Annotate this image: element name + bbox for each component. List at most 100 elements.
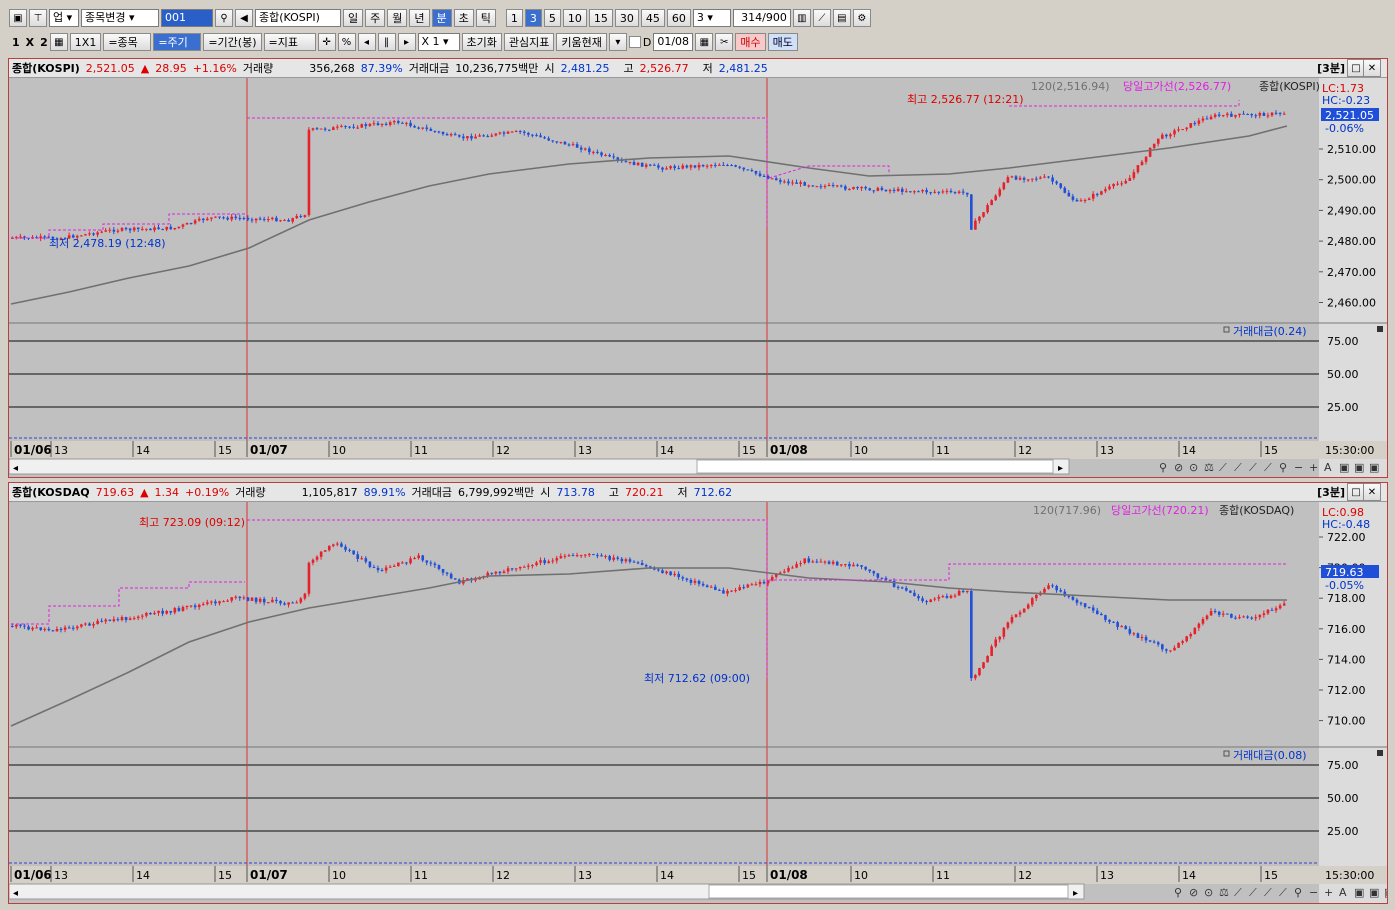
- candle-body: [1156, 138, 1160, 144]
- y-tick-label: 716.00: [1327, 623, 1366, 636]
- candle-body: [165, 226, 169, 230]
- change-stock-select[interactable]: 종목변경 ▾: [81, 9, 159, 27]
- candle-body: [539, 560, 542, 563]
- close-icon[interactable]: ✕: [1363, 483, 1381, 501]
- code-input[interactable]: 001: [161, 9, 213, 27]
- layout-1[interactable]: 1: [12, 36, 20, 49]
- search-icon[interactable]: ⚲: [215, 9, 233, 27]
- calendar-icon[interactable]: ▦: [695, 33, 714, 51]
- interval-select[interactable]: 3 ▾: [692, 9, 731, 27]
- one-by-one-button[interactable]: 1X1: [69, 33, 102, 51]
- reset-button[interactable]: 초기화: [461, 33, 502, 51]
- period-week[interactable]: 주: [365, 9, 386, 27]
- candle-body: [892, 189, 896, 192]
- candle-body: [405, 562, 408, 564]
- date-input[interactable]: 01/08: [653, 33, 694, 51]
- scissors-icon[interactable]: ✂: [715, 33, 734, 51]
- kospi-chart[interactable]: 2,510.00 2,500.00 2,490.00 2,480.00 2,470.00…: [9, 78, 1387, 477]
- close-icon[interactable]: ✕: [1363, 59, 1381, 77]
- symbol-name-field[interactable]: 종합(KOSPI): [255, 9, 341, 27]
- candle-body: [84, 623, 87, 625]
- percent-button[interactable]: %: [337, 33, 356, 51]
- candle-body: [844, 186, 847, 190]
- interval-60[interactable]: 60: [666, 9, 691, 27]
- interval-15[interactable]: 15: [588, 9, 613, 27]
- candle-body: [1205, 615, 1209, 620]
- sub-close-icon[interactable]: [1377, 750, 1383, 756]
- period-tag: [3분]: [1317, 62, 1345, 75]
- candle-body: [490, 572, 494, 574]
- interval-1[interactable]: 1: [505, 9, 523, 27]
- candle-body: [470, 136, 473, 139]
- grid-icon[interactable]: ▦: [49, 33, 68, 51]
- candle-body: [1181, 129, 1184, 131]
- candle-body: [433, 563, 437, 566]
- dropdown-icon[interactable]: ▾: [608, 33, 627, 51]
- open-value: 2,481.25: [560, 61, 610, 75]
- candle-body: [705, 165, 709, 167]
- period-button[interactable]: =주기: [153, 33, 202, 51]
- stock-button[interactable]: =종목: [103, 33, 152, 51]
- candle-body: [823, 185, 827, 187]
- candle-body: [437, 565, 441, 569]
- kiwoom-current-button[interactable]: 키움현재: [556, 33, 607, 51]
- candle-body: [71, 627, 75, 629]
- market-select[interactable]: 업 ▾: [49, 9, 79, 27]
- main-plot-area[interactable]: [9, 78, 1319, 323]
- candle-body: [592, 554, 595, 556]
- interval-45[interactable]: 45: [640, 9, 665, 27]
- period-month[interactable]: 월: [387, 9, 408, 27]
- main-plot-area[interactable]: [9, 502, 1319, 747]
- candle-body: [685, 578, 689, 580]
- candle-body: [896, 586, 900, 588]
- candle-body: [762, 175, 766, 177]
- count-field[interactable]: 314/900: [732, 9, 791, 27]
- sell-button[interactable]: 매도: [767, 33, 798, 51]
- range-button[interactable]: =기간(봉): [203, 33, 262, 51]
- layout-2[interactable]: 2: [40, 36, 48, 49]
- crosshair-icon[interactable]: ✛: [317, 33, 336, 51]
- sub-close-icon[interactable]: [1377, 326, 1383, 332]
- period-second[interactable]: 초: [453, 9, 474, 27]
- candle-body: [1091, 193, 1095, 199]
- interval-30[interactable]: 30: [614, 9, 639, 27]
- candles-icon[interactable]: ▥: [792, 9, 811, 27]
- buy-button[interactable]: 매수: [735, 33, 766, 51]
- save-icon[interactable]: ▤: [832, 9, 851, 27]
- y-tick-label: 2,490.00: [1327, 204, 1376, 217]
- pin-icon[interactable]: ⊤: [29, 9, 47, 27]
- toolbar-row-1: ▣ ⊤ 업 ▾ 종목변경 ▾ 001 ⚲ ◀ 종합(KOSPI) 일 주 월 년…: [9, 9, 871, 27]
- current-price: 2,521.05: [85, 61, 135, 75]
- percent-label: -0.06%: [1325, 122, 1364, 135]
- indicator-button[interactable]: =지표: [263, 33, 316, 51]
- kosdaq-chart[interactable]: 722.00720.00718.00716.00714.00712.00710.…: [9, 502, 1387, 903]
- period-tick[interactable]: 틱: [475, 9, 496, 27]
- y-tick-label: 710.00: [1327, 715, 1366, 728]
- candle-body: [1030, 598, 1034, 605]
- gear-icon[interactable]: ⚙: [852, 9, 871, 27]
- candle-body: [449, 573, 453, 579]
- trend-icon[interactable]: ⟋: [812, 9, 831, 27]
- pause-icon[interactable]: ‖: [377, 33, 396, 51]
- candle-body: [1230, 614, 1233, 618]
- period-year[interactable]: 년: [409, 9, 430, 27]
- candle-body: [226, 600, 229, 602]
- speaker-icon[interactable]: ◀: [235, 9, 253, 27]
- d-checkbox[interactable]: [628, 36, 641, 48]
- candle-body: [120, 617, 124, 621]
- period-day[interactable]: 일: [343, 9, 364, 27]
- prev-icon[interactable]: ◂: [357, 33, 376, 51]
- zoom-select[interactable]: X 1 ▾: [417, 33, 460, 51]
- scrollbar-thumb[interactable]: [708, 884, 1069, 899]
- interest-indicator-button[interactable]: 관심지표: [503, 33, 555, 51]
- candle-body: [754, 170, 758, 174]
- scrollbar-thumb[interactable]: [696, 459, 1054, 474]
- interval-10[interactable]: 10: [562, 9, 587, 27]
- window-icon[interactable]: ▣: [9, 9, 27, 27]
- next-icon[interactable]: ▸: [397, 33, 416, 51]
- candle-body: [965, 192, 969, 195]
- period-minute[interactable]: 분: [431, 9, 452, 27]
- candle-body: [575, 555, 579, 557]
- interval-5[interactable]: 5: [543, 9, 561, 27]
- interval-3[interactable]: 3: [524, 9, 542, 27]
